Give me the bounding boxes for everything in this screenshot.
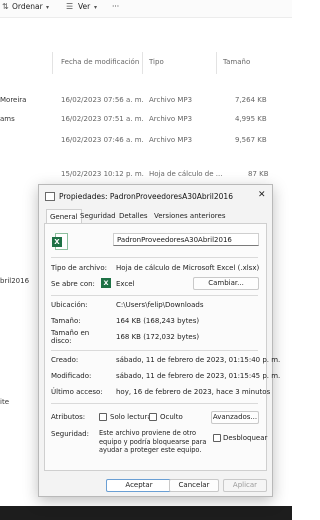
file-type: Archivo MP3 [149, 96, 193, 104]
nav-item[interactable]: ite [0, 398, 9, 406]
location-label: Ubicación: [51, 301, 88, 309]
view-button[interactable]: Ver [78, 2, 90, 11]
accept-button[interactable]: Aceptar [106, 479, 172, 492]
file-name-input[interactable]: PadronProveedoresA30Abril2016 [113, 233, 259, 246]
column-divider [216, 52, 217, 74]
close-icon[interactable]: ✕ [258, 190, 266, 200]
size-on-disk-label: Tamaño en [51, 329, 90, 337]
explorer-toolbar: ⇅ Ordenar ▾ ☰ Ver ▾ ··· [0, 0, 292, 18]
more-options-button[interactable]: ··· [112, 2, 119, 11]
dialog-titlebar[interactable]: Propiedades: PadronProveedoresA30Abril20… [39, 185, 272, 207]
column-divider [142, 52, 143, 74]
file-modified: 16/02/2023 07:46 a. m. [61, 136, 144, 144]
file-size: 7,264 KB [235, 96, 267, 104]
read-only-label: Solo lectura [110, 413, 152, 421]
hidden-checkbox[interactable] [149, 413, 157, 421]
taskbar-strip [0, 506, 292, 520]
accessed-label: Último acceso: [51, 388, 103, 396]
divider [51, 350, 258, 351]
attributes-label: Atributos: [51, 413, 86, 421]
divider [51, 295, 258, 296]
size-on-disk-value: 168 KB (172,032 bytes) [116, 333, 200, 341]
file-type: Archivo MP3 [149, 136, 193, 144]
column-header-size[interactable]: Tamaño [223, 58, 250, 66]
column-header-type[interactable]: Tipo [149, 58, 164, 66]
change-button[interactable]: Cambiar... [193, 277, 259, 290]
divider [51, 403, 258, 404]
read-only-checkbox[interactable] [99, 413, 107, 421]
hidden-label: Oculto [160, 413, 183, 421]
tab-previous-versions[interactable]: Versiones anteriores [154, 212, 225, 220]
modified-value: sábado, 11 de febrero de 2023, 01:15:45 … [116, 372, 281, 380]
unblock-label: Desbloquear [223, 434, 268, 442]
nav-item-selected[interactable]: bril2016 [0, 277, 29, 285]
size-value: 164 KB (168,243 bytes) [116, 317, 200, 325]
tab-security[interactable]: Seguridad [80, 212, 116, 220]
file-type: Archivo MP3 [149, 115, 193, 123]
file-size: 87 KB [248, 170, 269, 178]
file-type-value: Hoja de cálculo de Microsoft Excel (.xls… [116, 264, 260, 272]
size-on-disk-label: disco: [51, 337, 72, 345]
file-name: ams [0, 115, 15, 123]
tab-bar: General Seguridad Detalles Versiones ant… [44, 209, 268, 224]
dialog-title: Propiedades: PadronProveedoresA30Abril20… [59, 192, 233, 201]
excel-icon: X [101, 278, 111, 288]
security-label: Seguridad: [51, 430, 89, 438]
file-name: Moreira [0, 96, 27, 104]
sort-icon: ⇅ [2, 2, 9, 11]
file-type-label: Tipo de archivo: [51, 264, 107, 272]
accessed-value: hoy, 16 de febrero de 2023, hace 3 minut… [116, 388, 271, 396]
file-type: Hoja de cálculo de ... [149, 170, 223, 178]
sort-button[interactable]: Ordenar [12, 2, 43, 11]
tab-details[interactable]: Detalles [119, 212, 148, 220]
properties-icon [45, 192, 55, 201]
modified-label: Modificado: [51, 372, 92, 380]
file-modified: 16/02/2023 07:56 a. m. [61, 96, 144, 104]
location-value: C:\Users\felip\Downloads [116, 301, 204, 309]
created-label: Creado: [51, 356, 79, 364]
opens-with-label: Se abre con: [51, 280, 95, 288]
size-label: Tamaño: [51, 317, 81, 325]
file-modified: 15/02/2023 10:12 p. m. [61, 170, 144, 178]
chevron-down-icon: ▾ [94, 4, 98, 11]
apply-button[interactable]: Aplicar [223, 479, 267, 492]
properties-dialog: Propiedades: PadronProveedoresA30Abril20… [38, 184, 280, 497]
view-icon: ☰ [66, 2, 74, 11]
created-value: sábado, 11 de febrero de 2023, 01:15:40 … [116, 356, 281, 364]
advanced-button[interactable]: Avanzados... [211, 411, 259, 424]
file-modified: 16/02/2023 07:51 a. m. [61, 115, 144, 123]
file-size: 9,567 KB [235, 136, 267, 144]
divider [51, 257, 258, 258]
column-header-modified[interactable]: Fecha de modificación [61, 58, 139, 66]
opens-with-value: Excel [116, 280, 135, 288]
excel-file-icon: X [52, 233, 68, 250]
unblock-checkbox[interactable] [213, 434, 221, 442]
cancel-button[interactable]: Cancelar [169, 479, 219, 492]
column-divider [52, 52, 53, 74]
file-size: 4,995 KB [235, 115, 267, 123]
tab-general[interactable]: General [46, 209, 82, 224]
security-message: Este archivo proviene de otro equipo y p… [99, 429, 207, 454]
chevron-down-icon: ▾ [46, 4, 50, 11]
